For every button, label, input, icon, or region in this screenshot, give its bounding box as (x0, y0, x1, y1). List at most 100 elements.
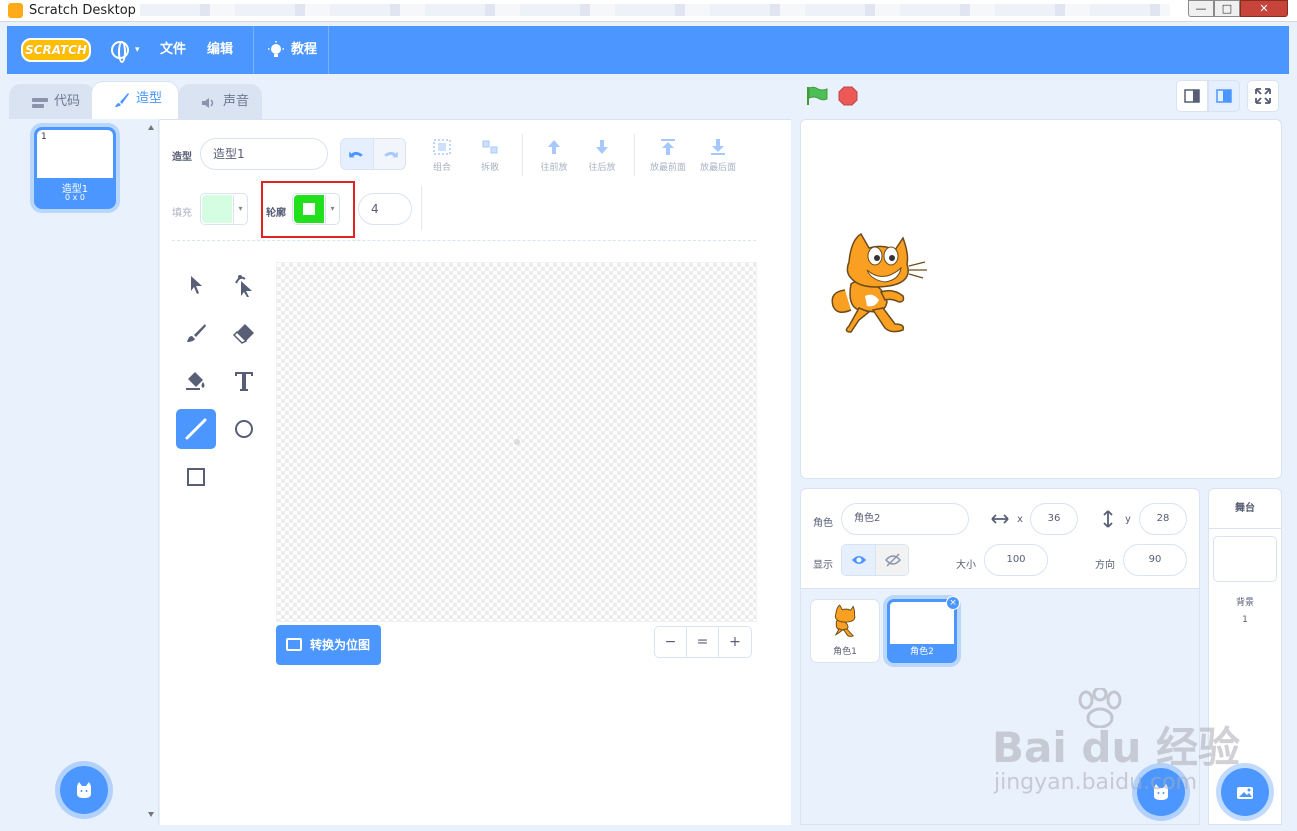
costume-list-scrollbar[interactable] (145, 121, 157, 821)
costume-number: 1 (41, 132, 47, 142)
stage-header: 舞台 (1209, 489, 1281, 529)
front-button[interactable]: 放最前面 (646, 136, 690, 176)
direction-input[interactable]: 90 (1123, 544, 1187, 576)
cat-sprite-icon[interactable] (829, 232, 929, 336)
eraser-tool[interactable] (224, 313, 264, 353)
sprite-thumbnail (890, 602, 954, 644)
fill-color-swatch (202, 195, 232, 223)
sprite-name: 角色1 (833, 647, 857, 657)
cat-thumbnail-icon (834, 604, 856, 637)
sprite-item-selected[interactable]: 角色2 × (887, 596, 960, 663)
scratch-logo[interactable]: SCRATCH (21, 38, 91, 62)
window-title-bar: Scratch Desktop — □ ✕ (0, 0, 1297, 22)
backward-icon (596, 140, 608, 154)
circle-tool[interactable] (224, 409, 264, 449)
canvas-center-marker (514, 439, 520, 445)
normal-stage-button[interactable] (1208, 80, 1240, 112)
file-menu[interactable]: 文件 (160, 26, 186, 74)
watermark-url: jingyan.baidu.com (994, 770, 1198, 795)
annotation-highlight-box (261, 181, 355, 238)
paint-canvas[interactable] (276, 262, 757, 622)
vertical-arrows-icon (1103, 510, 1113, 528)
maximize-button[interactable]: □ (1214, 0, 1240, 17)
outline-width-input[interactable]: 4 (358, 193, 412, 225)
tab-code[interactable]: 代码 (9, 84, 95, 120)
scroll-up-arrow-icon[interactable] (148, 125, 154, 130)
small-stage-icon (1184, 89, 1200, 103)
costume-name-input[interactable]: 造型1 (200, 138, 328, 170)
close-window-button[interactable]: ✕ (1240, 0, 1288, 17)
brush-icon (187, 324, 206, 342)
line-icon (185, 418, 207, 440)
green-flag-button[interactable] (806, 86, 828, 106)
backdrops-count: 1 (1242, 615, 1248, 625)
group-icon (433, 139, 451, 155)
text-tool[interactable] (224, 361, 264, 401)
fill-color-picker[interactable]: ▾ (200, 193, 248, 225)
brush-tool[interactable] (176, 313, 216, 353)
delete-sprite-button[interactable]: × (946, 596, 960, 610)
group-button[interactable]: 组合 (420, 136, 464, 176)
globe-icon (111, 41, 129, 63)
forward-icon (548, 140, 560, 154)
rectangle-tool[interactable] (176, 457, 216, 497)
fullscreen-button[interactable] (1247, 80, 1279, 112)
chevron-down-icon: ▾ (233, 195, 247, 223)
eye-icon (852, 556, 866, 564)
zoom-in-button[interactable]: + (719, 627, 751, 657)
back-button[interactable]: 放最后面 (696, 136, 740, 176)
hide-sprite-button[interactable] (876, 545, 908, 575)
size-input[interactable]: 100 (984, 544, 1048, 576)
tutorials-menu[interactable]: 教程 (291, 26, 317, 74)
minimize-button[interactable]: — (1188, 0, 1214, 17)
stage[interactable] (800, 119, 1282, 479)
language-menu[interactable]: ▾ (109, 26, 149, 74)
reshape-tool[interactable] (224, 265, 264, 305)
horizontal-arrows-icon (991, 514, 1009, 524)
scroll-down-arrow-icon[interactable] (148, 812, 154, 817)
tab-costumes[interactable]: 造型 (91, 81, 179, 119)
chevron-down-icon: ▾ (135, 45, 140, 55)
code-icon (32, 98, 48, 108)
undo-redo-group (340, 138, 406, 170)
speaker-icon (202, 98, 214, 108)
edit-menu[interactable]: 编辑 (207, 26, 233, 74)
stage-thumbnail[interactable] (1213, 536, 1277, 582)
costume-item[interactable]: 1 造型1 0 x 0 (34, 127, 116, 209)
tab-sounds[interactable]: 声音 (178, 84, 262, 120)
backward-button[interactable]: 往后放 (580, 136, 624, 176)
show-sprite-button[interactable] (842, 545, 876, 575)
menu-separator (253, 26, 254, 74)
ungroup-button[interactable]: 拆散 (468, 136, 512, 176)
costume-list: 1 造型1 0 x 0 (7, 119, 159, 825)
brush-icon (115, 93, 129, 107)
line-tool[interactable] (176, 409, 216, 449)
ungroup-icon (482, 140, 498, 154)
choose-backdrop-button[interactable] (1221, 768, 1269, 816)
sprite-info: 角色 角色2 x 36 y 28 显示 大小 100 方向 90 (801, 489, 1199, 589)
y-label: y (1125, 514, 1131, 525)
forward-button[interactable]: 往前放 (532, 136, 576, 176)
fill-tool[interactable] (176, 361, 216, 401)
zoom-reset-button[interactable]: = (687, 627, 719, 657)
paint-editor: 造型 造型1 组合 拆散 往前放 往后放 放最前面 放最后面 填充 ▾ 轮廓 ▾… (160, 119, 791, 825)
choose-costume-button[interactable] (60, 766, 108, 814)
select-tool[interactable] (176, 265, 216, 305)
convert-to-bitmap-button[interactable]: 转换为位图 (276, 625, 381, 665)
visibility-toggle (841, 544, 909, 576)
stop-button[interactable] (838, 86, 858, 106)
zoom-out-button[interactable]: − (655, 627, 687, 657)
small-stage-button[interactable] (1176, 80, 1208, 112)
sprite-item[interactable]: 角色1 (810, 599, 880, 663)
toolbar-divider (172, 240, 756, 241)
tab-sounds-label: 声音 (223, 94, 250, 109)
y-position-input[interactable]: 28 (1139, 503, 1187, 535)
menu-separator (328, 26, 329, 74)
undo-button[interactable] (341, 139, 374, 169)
normal-stage-icon (1216, 89, 1232, 103)
backdrop-add-icon (1237, 787, 1253, 799)
redo-button[interactable] (374, 139, 405, 169)
size-label: 大小 (956, 560, 976, 571)
sprite-name-input[interactable]: 角色2 (841, 503, 969, 535)
x-position-input[interactable]: 36 (1030, 503, 1078, 535)
